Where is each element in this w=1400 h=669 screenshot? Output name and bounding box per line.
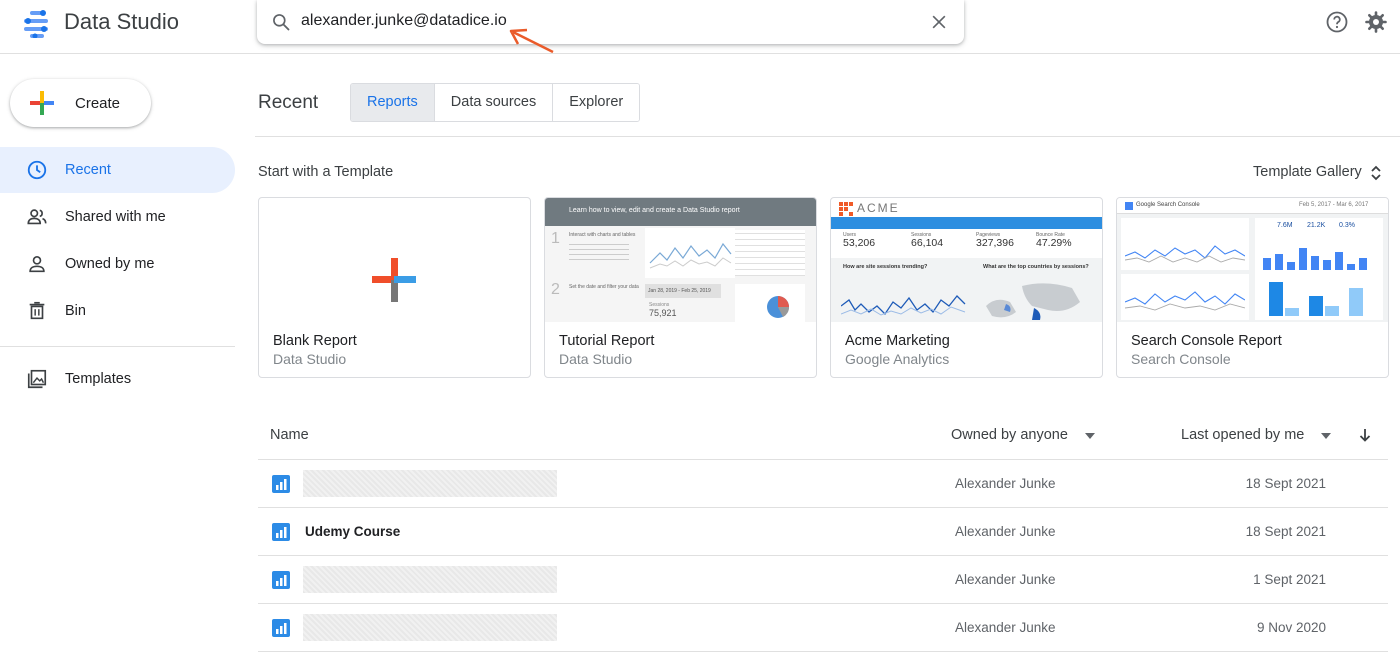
page-title: Recent — [258, 92, 319, 113]
template-subtitle: Data Studio — [559, 351, 633, 367]
tab-reports[interactable]: Reports — [351, 84, 435, 121]
redacted-name — [303, 614, 557, 641]
sidebar-item-templates[interactable]: Templates — [0, 356, 235, 402]
caret-down-icon[interactable] — [1321, 433, 1331, 439]
redacted-name — [303, 470, 557, 497]
top-bar: Data Studio alexander.junke@datadice.io — [0, 0, 1400, 54]
template-gallery-button[interactable]: Template Gallery — [1253, 164, 1362, 180]
gear-icon[interactable] — [1364, 10, 1388, 34]
thumbnail-metric-value: 0.3% — [1339, 222, 1355, 229]
template-card-search-console[interactable]: Google Search Console Feb 5, 2017 - Mar … — [1116, 197, 1389, 378]
row-owner: Alexander Junke — [955, 476, 1056, 491]
help-icon[interactable] — [1325, 10, 1349, 34]
thumbnail-question: What are the top countries by sessions? — [983, 264, 1089, 270]
sidebar-item-owned[interactable]: Owned by me — [0, 241, 235, 287]
app-title: Data Studio — [64, 9, 179, 34]
tab-explorer[interactable]: Explorer — [553, 84, 640, 121]
person-icon — [29, 256, 45, 273]
tab-bar: Reports Data sources Explorer — [350, 83, 641, 122]
row-owner: Alexander Junke — [955, 572, 1056, 587]
sidebar-divider — [0, 346, 235, 347]
sidebar-item-bin[interactable]: Bin — [0, 288, 235, 334]
search-input[interactable]: alexander.junke@datadice.io — [301, 12, 507, 30]
template-thumbnail: Learn how to view, edit and create a Dat… — [545, 198, 816, 322]
template-card-tutorial[interactable]: Learn how to view, edit and create a Dat… — [544, 197, 817, 378]
table-row[interactable]: Alexander Junke 9 Nov 2020 — [258, 604, 1388, 652]
row-date: 18 Sept 2021 — [1245, 524, 1326, 539]
thumbnail-metric-value: 327,396 — [976, 237, 1014, 249]
column-header-name[interactable]: Name — [270, 427, 309, 443]
template-title: Tutorial Report — [559, 333, 655, 349]
thumbnail-step-text: Interact with charts and tables — [569, 232, 636, 238]
sidebar-item-label: Shared with me — [65, 209, 166, 225]
thumbnail-metric-value: 53,206 — [843, 237, 876, 249]
people-icon — [27, 209, 47, 225]
sidebar-item-label: Templates — [65, 371, 132, 387]
thumbnail-banner-text: Learn how to view, edit and create a Dat… — [569, 207, 740, 214]
thumbnail-metric-value: 21.2K — [1307, 222, 1326, 229]
section-divider — [255, 136, 1400, 137]
sidebar-item-recent[interactable]: Recent — [0, 147, 235, 193]
template-thumbnail: Google Search Console Feb 5, 2017 - Mar … — [1117, 198, 1388, 322]
template-card-blank[interactable]: Blank Report Data Studio — [258, 197, 531, 378]
template-subtitle: Search Console — [1131, 351, 1231, 367]
create-label: Create — [75, 95, 121, 112]
image-icon — [27, 369, 47, 389]
thumbnail-metric-value: 75,921 — [649, 308, 677, 318]
caret-down-icon[interactable] — [1085, 433, 1095, 439]
thumbnail-logo-text: ACME — [857, 201, 900, 215]
thumbnail-question: How are site sessions trending? — [843, 264, 928, 270]
sidebar-item-label: Owned by me — [65, 256, 155, 272]
template-thumbnail: ACME Users 53,206 Sessions 66,104 Pagevi… — [831, 198, 1102, 322]
thumbnail-date-range: Jan 28, 2019 - Feb 25, 2019 — [645, 284, 721, 298]
row-date: 9 Nov 2020 — [1256, 620, 1326, 635]
tab-data-sources[interactable]: Data sources — [434, 84, 554, 121]
report-icon — [272, 475, 290, 493]
create-button[interactable]: Create — [10, 79, 151, 127]
plus-icon — [372, 258, 416, 302]
table-row[interactable]: Udemy Course Alexander Junke 18 Sept 202… — [258, 508, 1388, 556]
report-icon — [272, 571, 290, 589]
thumbnail-metric-value: 7.6M — [1277, 222, 1293, 229]
redacted-name — [303, 566, 557, 593]
template-subtitle: Data Studio — [273, 351, 347, 367]
template-card-acme[interactable]: ACME Users 53,206 Sessions 66,104 Pagevi… — [830, 197, 1103, 378]
close-icon[interactable] — [929, 12, 949, 32]
table-row[interactable]: Alexander Junke 1 Sept 2021 — [258, 556, 1388, 604]
sidebar-item-label: Bin — [65, 303, 86, 319]
row-date: 18 Sept 2021 — [1245, 476, 1326, 491]
row-name[interactable]: Udemy Course — [305, 524, 400, 539]
row-owner: Alexander Junke — [955, 620, 1056, 635]
template-subtitle: Google Analytics — [845, 351, 950, 367]
table-row[interactable]: Alexander Junke 18 Sept 2021 — [258, 460, 1388, 508]
unfold-icon[interactable] — [1370, 164, 1382, 182]
owner-filter-dropdown[interactable]: Owned by anyone — [951, 427, 1068, 443]
thumbnail-metric-value: 66,104 — [911, 237, 944, 249]
arrow-down-icon[interactable] — [1358, 427, 1372, 443]
template-title: Search Console Report — [1131, 333, 1282, 349]
report-icon — [272, 619, 290, 637]
sidebar-item-shared[interactable]: Shared with me — [0, 194, 235, 240]
plus-icon — [30, 91, 54, 115]
annotation-arrow-icon — [509, 28, 554, 54]
data-studio-logo-icon[interactable] — [22, 10, 52, 38]
thumbnail-metric-value: 47.29% — [1036, 237, 1072, 249]
template-title: Blank Report — [273, 333, 357, 349]
search-bar[interactable]: alexander.junke@datadice.io — [257, 0, 964, 44]
row-date: 1 Sept 2021 — [1253, 572, 1326, 587]
clock-icon — [27, 160, 47, 180]
thumbnail-step-text: Set the date and filter your data — [569, 284, 639, 290]
thumbnail-title: Google Search Console — [1136, 202, 1200, 208]
thumbnail-date-range: Feb 5, 2017 - Mar 6, 2017 — [1299, 202, 1369, 208]
date-sort-dropdown[interactable]: Last opened by me — [1181, 427, 1304, 443]
search-icon — [273, 14, 290, 31]
templates-heading: Start with a Template — [258, 164, 394, 180]
report-icon — [272, 523, 290, 541]
sidebar-item-label: Recent — [65, 162, 111, 178]
template-title: Acme Marketing — [845, 333, 950, 349]
trash-icon — [29, 301, 45, 320]
row-owner: Alexander Junke — [955, 524, 1056, 539]
template-thumbnail — [259, 198, 530, 322]
acme-logo-icon — [839, 202, 853, 216]
